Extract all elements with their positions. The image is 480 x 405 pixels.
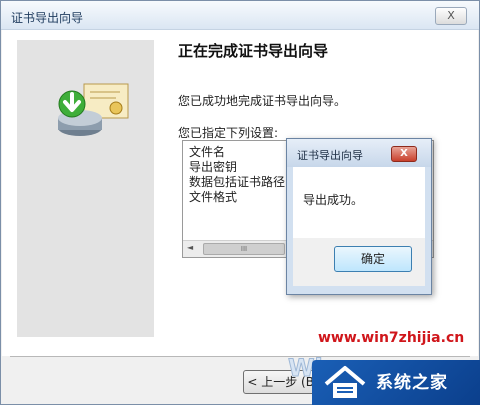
certificate-export-icon bbox=[58, 83, 129, 136]
footer-divider bbox=[10, 356, 470, 357]
brand-text: 系统之家 bbox=[376, 373, 448, 393]
success-text: 您已成功地完成证书导出向导。 bbox=[178, 94, 347, 108]
watermark-brand-banner: 系统之家 bbox=[312, 360, 480, 405]
scroll-left-arrow-icon[interactable]: ◄ bbox=[187, 243, 193, 252]
dialog-title-bar: 证书导出向导 X bbox=[287, 139, 431, 167]
window-title: 证书导出向导 bbox=[11, 11, 84, 25]
dialog-close-button[interactable]: X bbox=[391, 146, 417, 162]
dialog-title: 证书导出向导 bbox=[297, 149, 363, 162]
settings-label: 您已指定下列设置: bbox=[178, 126, 279, 140]
ok-button[interactable]: 确定 bbox=[334, 246, 412, 272]
page-heading: 正在完成证书导出向导 bbox=[178, 42, 329, 60]
scroll-thumb[interactable]: III bbox=[203, 243, 285, 255]
title-bar: 证书导出向导 X bbox=[1, 1, 479, 30]
house-logo-icon bbox=[324, 366, 366, 398]
dialog-footer: 确定 bbox=[293, 238, 425, 286]
export-success-dialog: 证书导出向导 X 导出成功。 确定 bbox=[286, 138, 432, 295]
settings-item-file-format: 文件格式 bbox=[189, 190, 238, 204]
dialog-message: 导出成功。 bbox=[303, 193, 364, 207]
close-button[interactable]: X bbox=[435, 7, 467, 25]
dialog-body: 导出成功。 bbox=[293, 167, 425, 238]
